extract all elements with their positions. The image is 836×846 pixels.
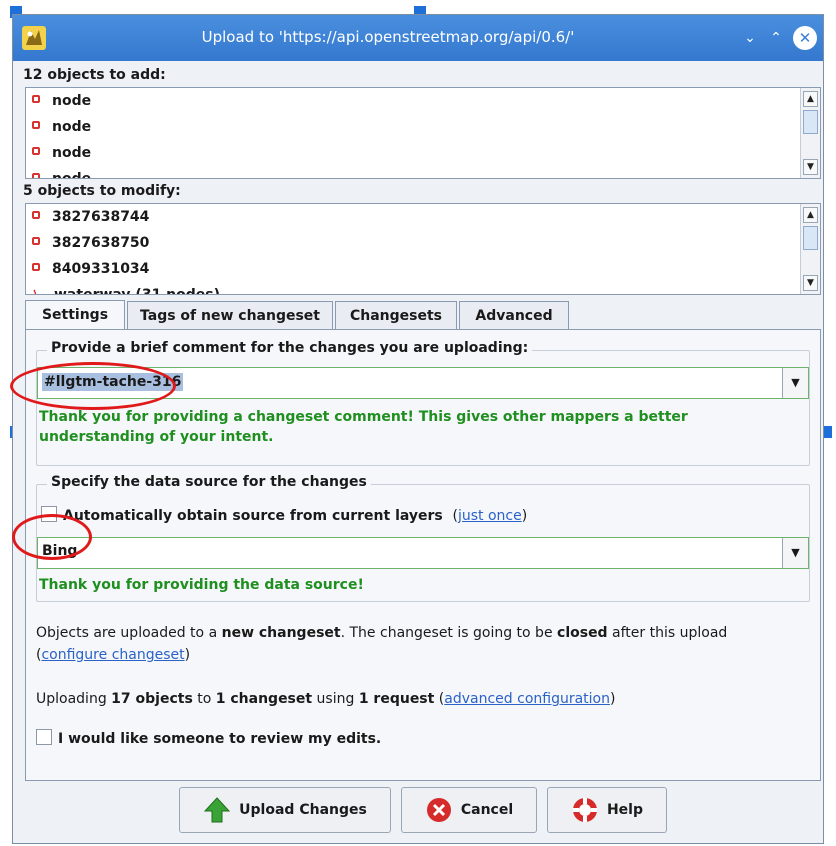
help-button[interactable]: Help	[547, 787, 667, 833]
source-combobox[interactable]: Bing ▼	[37, 537, 809, 569]
scroll-thumb[interactable]	[803, 226, 818, 250]
title-bar[interactable]: Upload to 'https://api.openstreetmap.org…	[13, 15, 823, 61]
window-title: Upload to 'https://api.openstreetmap.org…	[201, 28, 575, 46]
just-once-link[interactable]: just once	[458, 508, 522, 524]
list-item[interactable]: 3827638750	[32, 230, 149, 256]
configure-changeset-line: (configure changeset)	[36, 647, 191, 663]
way-icon: ⌇	[32, 288, 38, 295]
list-item[interactable]: node	[32, 114, 91, 140]
josm-app-icon	[22, 26, 46, 50]
add-list[interactable]: node node node node ▲ ▼	[25, 87, 821, 179]
list-item[interactable]: node	[32, 140, 91, 166]
node-icon	[32, 121, 40, 129]
list-item[interactable]: 8409331034	[32, 256, 149, 282]
node-icon	[32, 211, 40, 219]
annotation-circle-comment	[10, 362, 176, 410]
scroll-down-arrow-icon[interactable]: ▼	[803, 275, 818, 291]
upload-changes-button[interactable]: Upload Changes	[179, 787, 391, 833]
close-icon[interactable]: ✕	[793, 26, 817, 50]
comment-group-legend: Provide a brief comment for the changes …	[47, 340, 533, 356]
source-group: Specify the data source for the changes …	[36, 474, 810, 602]
node-icon	[32, 147, 40, 155]
cancel-button[interactable]: Cancel	[401, 787, 537, 833]
node-icon	[32, 237, 40, 245]
scroll-thumb[interactable]	[803, 110, 818, 134]
scroll-up-arrow-icon[interactable]: ▲	[803, 207, 818, 223]
scroll-down-arrow-icon[interactable]: ▼	[803, 159, 818, 175]
tab-settings[interactable]: Settings	[25, 300, 125, 332]
dropdown-arrow-icon[interactable]: ▼	[782, 538, 808, 568]
auto-source-row: Automatically obtain source from current…	[41, 505, 527, 527]
upload-summary-line: Uploading 17 objects to 1 changeset usin…	[36, 691, 616, 707]
scroll-up-arrow-icon[interactable]: ▲	[803, 91, 818, 107]
configure-changeset-link[interactable]: configure changeset	[41, 647, 184, 663]
list-item[interactable]: node	[32, 166, 91, 178]
dropdown-arrow-icon[interactable]: ▼	[782, 368, 808, 398]
source-feedback-message: Thank you for providing the data source!	[39, 577, 364, 593]
modify-list-scrollbar[interactable]: ▲ ▼	[800, 204, 820, 294]
upload-dialog: Upload to 'https://api.openstreetmap.org…	[12, 14, 824, 844]
comment-feedback-message: Thank you for providing a changeset comm…	[39, 409, 688, 445]
minimize-icon[interactable]: ⌄	[739, 27, 761, 49]
help-lifebuoy-icon	[572, 798, 597, 822]
tab-advanced[interactable]: Advanced	[459, 301, 569, 331]
modify-section-label: 5 objects to modify:	[23, 183, 181, 199]
review-row: I would like someone to review my edits.	[36, 728, 381, 750]
list-item[interactable]: ⌇ waterway (31 nodes)	[32, 282, 220, 295]
modify-list[interactable]: 3827638744 3827638750 8409331034 ⌇ waterw…	[25, 203, 821, 295]
tab-changesets[interactable]: Changesets	[335, 301, 457, 331]
list-item[interactable]: 3827638744	[32, 204, 149, 230]
advanced-configuration-link[interactable]: advanced configuration	[444, 691, 610, 707]
maximize-icon[interactable]: ⌃	[765, 27, 787, 49]
changeset-info-line: Objects are uploaded to a new changeset.…	[36, 625, 728, 641]
node-icon	[32, 173, 40, 178]
add-list-scrollbar[interactable]: ▲ ▼	[800, 88, 820, 178]
list-item[interactable]: node	[32, 88, 91, 114]
comment-group: Provide a brief comment for the changes …	[36, 340, 810, 466]
source-group-legend: Specify the data source for the changes	[47, 474, 371, 490]
upload-arrow-icon	[204, 797, 231, 823]
annotation-circle-source	[12, 514, 92, 560]
add-section-label: 12 objects to add:	[23, 67, 166, 83]
review-checkbox[interactable]	[36, 729, 52, 745]
node-icon	[32, 95, 40, 103]
cancel-icon	[426, 798, 451, 822]
tab-tags-of-new-changeset[interactable]: Tags of new changeset	[127, 301, 333, 331]
node-icon	[32, 263, 40, 271]
